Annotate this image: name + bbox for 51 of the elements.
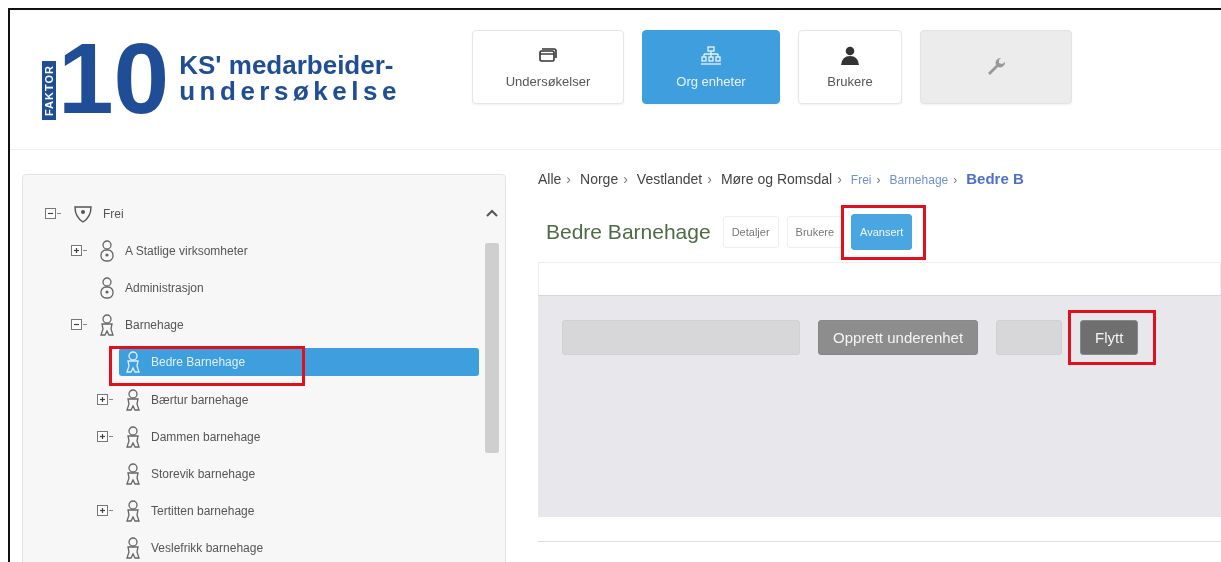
breadcrumb-separator: › xyxy=(623,171,628,187)
scroll-up-icon[interactable] xyxy=(486,209,498,217)
org-chart-icon xyxy=(701,45,721,66)
expand-icon[interactable] xyxy=(97,505,115,518)
child-icon xyxy=(125,500,141,523)
logo-number: 10 xyxy=(58,28,170,128)
expand-icon[interactable] xyxy=(71,244,89,257)
breadcrumb-separator: › xyxy=(707,171,712,187)
child-icon xyxy=(125,425,141,448)
breadcrumb-separator: › xyxy=(876,173,881,187)
breadcrumb-link[interactable]: Vestlandet xyxy=(636,171,703,187)
action-button[interactable]: Flytt xyxy=(1080,320,1139,355)
collapse-icon[interactable] xyxy=(71,319,89,332)
shield-icon xyxy=(73,203,93,224)
child-icon xyxy=(125,388,141,411)
tree-item[interactable]: Dammen barnehage xyxy=(119,422,267,451)
nav-button[interactable]: Brukere xyxy=(798,30,902,104)
person-icon xyxy=(99,277,115,299)
page-title: Bedre Barnehage xyxy=(546,220,711,244)
breadcrumb-link[interactable]: Bedre B xyxy=(966,170,1024,187)
wrench-icon xyxy=(986,57,1006,77)
logo-badge-text: FAKTOR xyxy=(42,60,56,120)
tree-item[interactable]: Bærtur barnehage xyxy=(119,385,255,414)
breadcrumb-link[interactable]: Alle xyxy=(538,171,562,187)
collapse-icon[interactable] xyxy=(45,207,63,220)
user-icon xyxy=(840,45,860,66)
tab[interactable]: Detaljer xyxy=(722,216,779,248)
tree-item[interactable]: Storevik barnehage xyxy=(119,460,262,488)
child-icon xyxy=(99,314,115,337)
scrollbar-thumb[interactable] xyxy=(485,243,499,453)
tab[interactable]: Brukere xyxy=(786,216,844,248)
child-icon xyxy=(125,537,141,560)
expand-icon[interactable] xyxy=(97,393,115,406)
tree-item[interactable]: Frei xyxy=(67,199,130,228)
logo-subtitle: undersøkelse xyxy=(179,78,401,104)
breadcrumb-separator: › xyxy=(566,171,572,187)
child-icon xyxy=(125,351,141,374)
breadcrumb-link[interactable]: Møre og Romsdal xyxy=(720,171,833,187)
tree-item[interactable]: Tertitten barnehage xyxy=(119,497,261,526)
tree-item[interactable]: Barnehage xyxy=(93,311,190,340)
breadcrumb-separator: › xyxy=(837,171,842,187)
nav-button[interactable]: Undersøkelser xyxy=(472,30,624,104)
logo-title: KS' medarbeider- xyxy=(179,52,395,78)
breadcrumb-separator: › xyxy=(953,173,958,187)
tree-item[interactable]: A Statlige virksomheter xyxy=(93,236,254,265)
expand-icon[interactable] xyxy=(97,430,115,443)
child-icon xyxy=(125,463,141,485)
person-icon xyxy=(99,239,115,262)
breadcrumb-link[interactable]: Norge xyxy=(580,171,619,187)
tree-item[interactable]: Veslefrikk barnehage xyxy=(119,534,270,562)
tree-item[interactable]: Administrasjon xyxy=(93,274,210,302)
